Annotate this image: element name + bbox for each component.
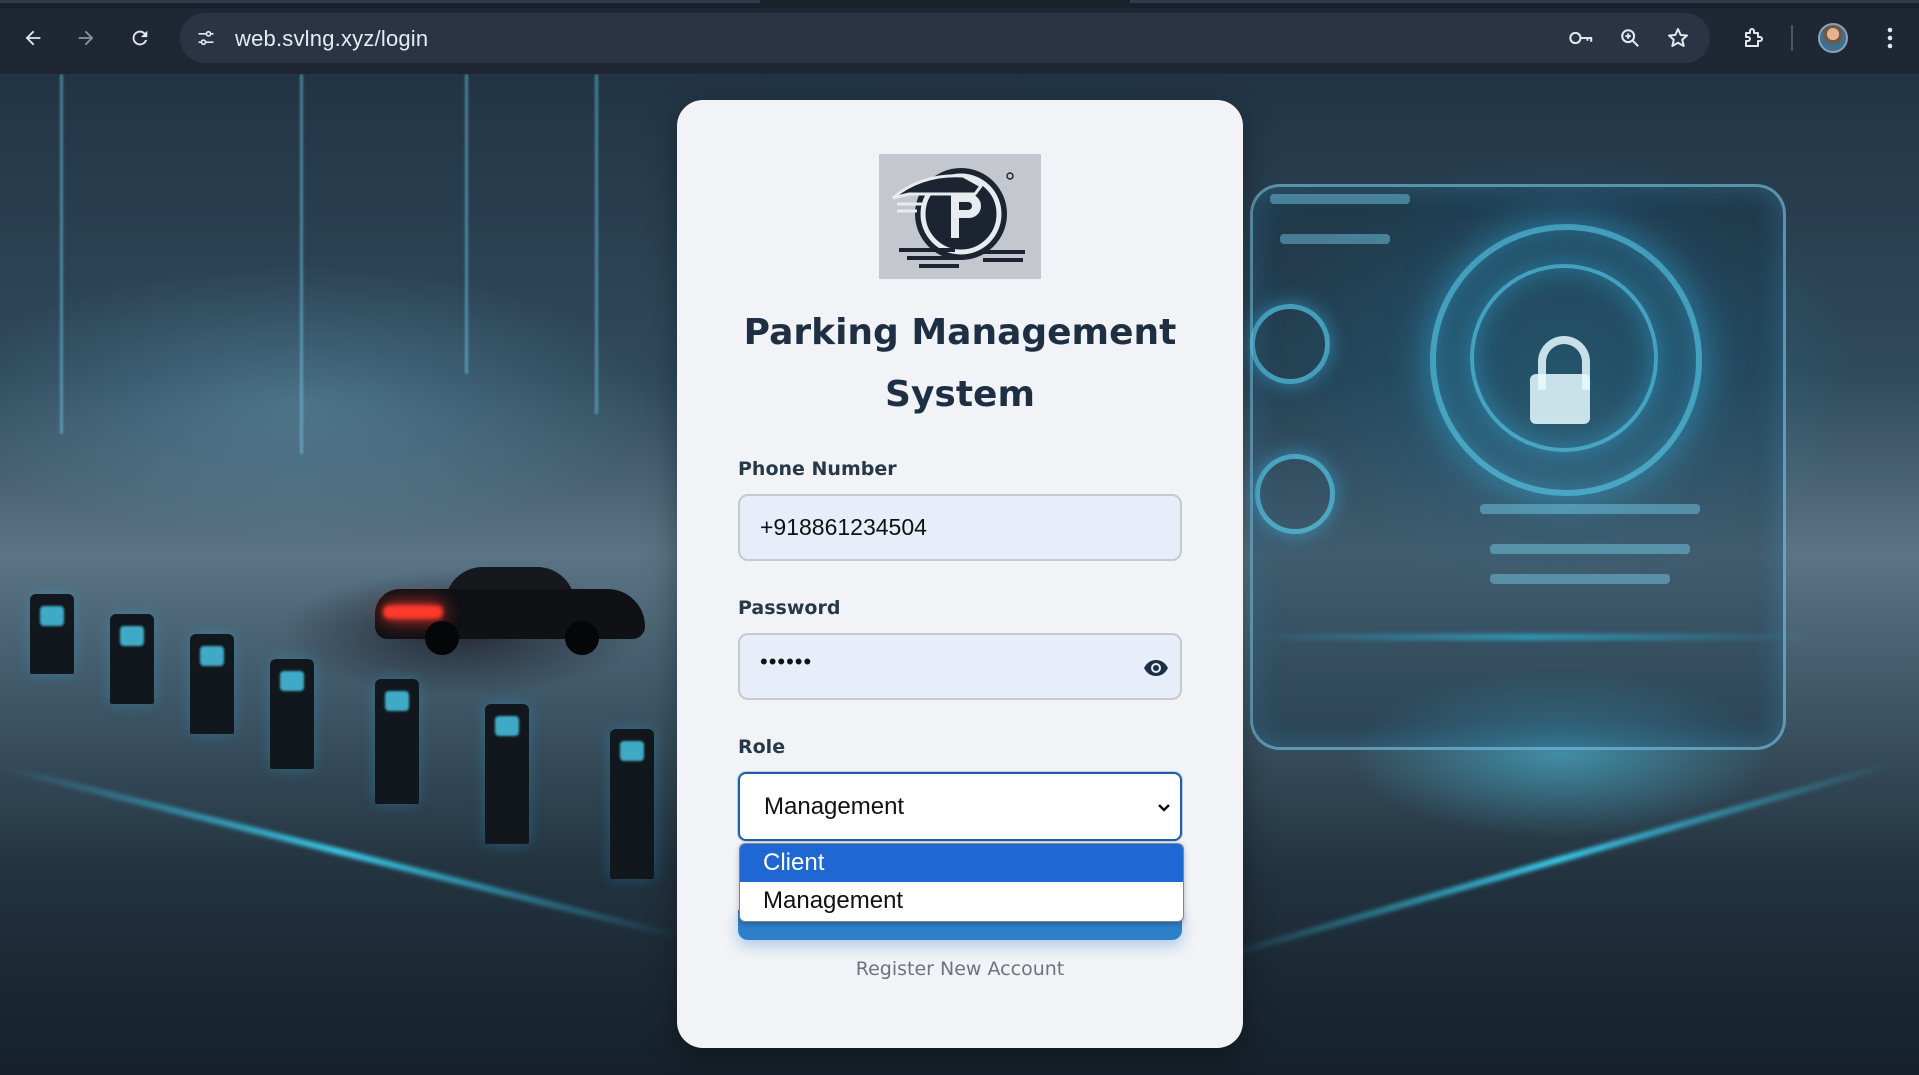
holo-ring xyxy=(1255,454,1335,534)
light-pole xyxy=(465,74,468,374)
password-label: Password xyxy=(738,597,841,619)
back-button[interactable] xyxy=(15,20,51,56)
parked-car xyxy=(375,559,645,655)
bollard xyxy=(485,704,529,844)
star-icon[interactable] xyxy=(1665,25,1691,51)
bollard xyxy=(270,659,314,769)
lock-icon xyxy=(1530,374,1590,424)
phone-value[interactable]: +918861234504 xyxy=(760,514,927,541)
light-pole xyxy=(300,74,303,454)
floor-glow xyxy=(1219,761,1894,960)
phone-field[interactable]: +918861234504 xyxy=(738,494,1182,561)
toolbar-divider xyxy=(1791,25,1793,51)
role-option-management[interactable]: Management xyxy=(740,882,1183,920)
holo-bar xyxy=(1490,574,1670,584)
floor-glow xyxy=(0,764,680,940)
key-icon[interactable] xyxy=(1568,25,1594,51)
login-card: Parking Management System Phone Number +… xyxy=(677,100,1243,1048)
chevron-down-icon xyxy=(1158,804,1170,812)
bollard xyxy=(30,594,74,674)
zoom-icon[interactable] xyxy=(1617,25,1643,51)
light-pole xyxy=(60,74,63,434)
puzzle-icon[interactable] xyxy=(1735,20,1771,56)
holo-bar xyxy=(1480,504,1700,514)
address-bar[interactable]: web.svlng.xyz/login xyxy=(180,13,1710,63)
reload-icon xyxy=(132,30,148,46)
password-value[interactable]: •••••• xyxy=(760,649,812,675)
phone-label: Phone Number xyxy=(738,458,897,480)
parking-logo xyxy=(879,154,1041,279)
title-line: Parking Management xyxy=(743,312,1177,353)
bollard xyxy=(610,729,654,879)
holo-bar xyxy=(1490,544,1690,554)
holo-bar xyxy=(1270,194,1410,204)
bollard xyxy=(110,614,154,704)
role-select[interactable]: Management xyxy=(738,772,1182,841)
arrow-right-icon xyxy=(78,30,94,46)
role-label: Role xyxy=(738,736,786,758)
role-option-client[interactable]: Client xyxy=(740,844,1183,882)
url-text[interactable]: web.svlng.xyz/login xyxy=(235,26,428,52)
register-link[interactable]: Register New Account xyxy=(677,958,1243,980)
role-dropdown-list[interactable]: Client Management xyxy=(739,843,1184,922)
role-selected-value[interactable]: Management xyxy=(764,793,904,821)
bollard xyxy=(190,634,234,734)
holo-ring xyxy=(1250,304,1330,384)
tune-icon[interactable] xyxy=(194,26,218,50)
forward-button[interactable] xyxy=(68,20,104,56)
reload-button[interactable] xyxy=(122,20,158,56)
holo-bar xyxy=(1280,234,1390,244)
title-line: System xyxy=(885,374,1035,415)
tab-edge xyxy=(0,0,760,3)
browser-toolbar: web.svlng.xyz/login xyxy=(0,0,1919,74)
kebab-menu-icon[interactable] xyxy=(1872,20,1908,56)
eye-icon[interactable] xyxy=(1142,655,1170,681)
password-field[interactable]: •••••• xyxy=(738,633,1182,700)
avatar[interactable] xyxy=(1818,23,1848,53)
page-title: Parking Management System xyxy=(677,302,1243,426)
light-pole xyxy=(595,74,598,414)
tab-edge xyxy=(1130,0,1919,3)
bollard xyxy=(375,679,419,804)
arrow-left-icon xyxy=(25,30,41,46)
